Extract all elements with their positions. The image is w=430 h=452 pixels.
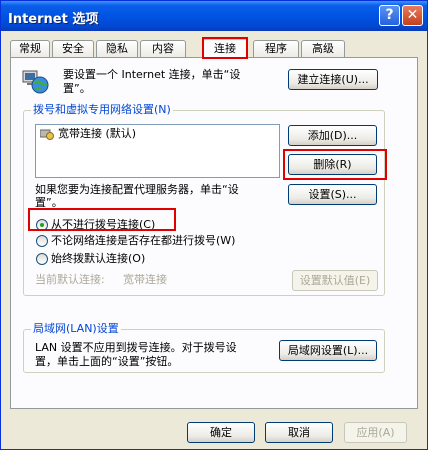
setup-text-line2: 置”。 <box>63 82 91 95</box>
dial-whenever-radio[interactable] <box>36 235 48 247</box>
lan-settings-button[interactable]: 局域网设置(L)... <box>279 340 377 361</box>
current-default-value: 宽带连接 <box>123 273 167 286</box>
connection-item[interactable]: 宽带连接 (默认) <box>58 127 136 141</box>
dial-whenever-label: 不论网络连接是否存在都进行拨号(W) <box>51 234 236 247</box>
always-dial-label: 始终拨默认连接(O) <box>51 252 146 265</box>
always-dial-radio[interactable] <box>36 253 48 265</box>
dialup-connection-icon <box>39 128 54 140</box>
connection-listbox[interactable]: 宽带连接 (默认) <box>35 124 280 178</box>
highlight-remove-button <box>283 149 387 180</box>
setup-text-line1: 要设置一个 Internet 连接，单击“设 <box>63 68 241 81</box>
ok-button[interactable]: 确定 <box>187 422 255 443</box>
internet-options-window: Internet 选项 ? ✕ 常规 安全 隐私 内容 连接 程序 高级 要设置… <box>0 0 428 450</box>
set-default-button[interactable]: 设置默认值(E) <box>292 270 378 291</box>
title-bar[interactable]: Internet 选项 ? ✕ <box>1 1 427 31</box>
apply-button[interactable]: 应用(A) <box>344 422 407 443</box>
window-title: Internet 选项 <box>8 12 99 27</box>
tab-programs[interactable]: 程序 <box>253 40 299 57</box>
add-button[interactable]: 添加(D)... <box>288 125 377 146</box>
network-globe-icon <box>21 67 49 95</box>
lan-text-line1: LAN 设置不应用到拨号连接。对于拨号设 <box>35 341 237 354</box>
highlight-connections-tab <box>202 37 248 59</box>
cancel-button[interactable]: 取消 <box>265 422 333 443</box>
lan-legend: 局域网(LAN)设置 <box>31 322 121 335</box>
tab-privacy[interactable]: 隐私 <box>96 40 138 57</box>
dialup-legend: 拨号和虚拟专用网络设置(N) <box>31 103 173 116</box>
tab-security[interactable]: 安全 <box>52 40 94 57</box>
tab-advanced[interactable]: 高级 <box>301 40 345 57</box>
current-default-label: 当前默认连接: <box>35 273 105 286</box>
proxy-text-line1: 如果您要为连接配置代理服务器，单击“设 <box>35 183 239 196</box>
tab-content[interactable]: 内容 <box>140 40 186 57</box>
tab-general[interactable]: 常规 <box>10 40 50 57</box>
highlight-never-dial <box>28 208 176 231</box>
lan-text-line2: 置，单击上面的“设置”按钮。 <box>35 355 179 368</box>
close-button[interactable]: ✕ <box>402 5 423 26</box>
help-button[interactable]: ? <box>379 5 400 26</box>
connections-panel: 要设置一个 Internet 连接，单击“设 置”。 建立连接(U)... 拨号… <box>10 57 418 409</box>
settings-button[interactable]: 设置(S)... <box>288 184 377 205</box>
setup-connection-button[interactable]: 建立连接(U)... <box>288 69 378 90</box>
